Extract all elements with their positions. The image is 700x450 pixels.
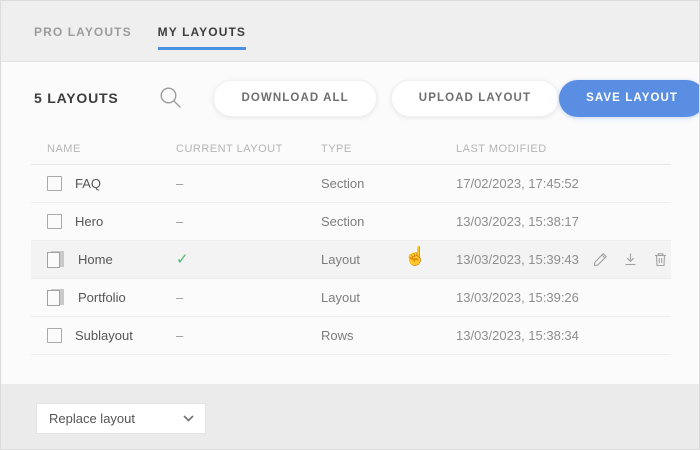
row-pages-icon[interactable] xyxy=(47,251,65,269)
current-layout-value: – xyxy=(176,176,183,191)
column-header-name: NAME xyxy=(47,143,176,155)
current-layout-check: ✓ xyxy=(176,251,189,268)
row-checkbox-icon[interactable] xyxy=(47,328,62,343)
row-type: Layout xyxy=(321,290,456,305)
select-value: Replace layout xyxy=(49,411,135,426)
row-last-modified: 13/03/2023, 15:39:43 xyxy=(456,252,586,267)
layouts-table: NAME CURRENT LAYOUT TYPE LAST MODIFIED F… xyxy=(31,134,671,355)
chevron-down-icon xyxy=(183,415,194,422)
row-name: Hero xyxy=(75,214,103,229)
search-icon[interactable] xyxy=(159,86,183,110)
layouts-manager-window: PRO LAYOUTS MY LAYOUTS 5 LAYOUTS DOWNLOA… xyxy=(0,0,700,450)
row-actions xyxy=(586,251,671,268)
row-name: Home xyxy=(78,252,113,267)
upload-layout-button[interactable]: UPLOAD LAYOUT xyxy=(391,80,559,117)
row-type: Section xyxy=(321,176,456,191)
row-type: Layout xyxy=(321,252,456,267)
replace-layout-select[interactable]: Replace layout xyxy=(36,403,206,434)
table-header-row: NAME CURRENT LAYOUT TYPE LAST MODIFIED xyxy=(31,134,671,165)
row-type: Section xyxy=(321,214,456,229)
column-header-last-modified: LAST MODIFIED xyxy=(456,143,586,155)
row-name: FAQ xyxy=(75,176,101,191)
save-layout-button[interactable]: SAVE LAYOUT xyxy=(559,80,700,117)
row-pages-icon[interactable] xyxy=(47,289,65,307)
row-last-modified: 13/03/2023, 15:39:26 xyxy=(456,290,586,305)
row-name: Portfolio xyxy=(78,290,126,305)
table-row-sublayout[interactable]: Sublayout – Rows 13/03/2023, 15:38:34 xyxy=(31,317,671,355)
tabbar: PRO LAYOUTS MY LAYOUTS xyxy=(1,1,699,62)
table-row-home[interactable]: Home ✓ Layout 13/03/2023, 15:39:43 xyxy=(31,241,671,279)
column-header-type: TYPE xyxy=(321,143,456,155)
table-row-portfolio[interactable]: Portfolio – Layout 13/03/2023, 15:39:26 xyxy=(31,279,671,317)
row-type: Rows xyxy=(321,328,456,343)
current-layout-value: – xyxy=(176,290,183,305)
toolbar: 5 LAYOUTS DOWNLOAD ALL UPLOAD LAYOUT SAV… xyxy=(34,62,666,134)
row-last-modified: 17/02/2023, 17:45:52 xyxy=(456,176,586,191)
download-all-button[interactable]: DOWNLOAD ALL xyxy=(213,80,376,117)
row-checkbox-icon[interactable] xyxy=(47,214,62,229)
row-name: Sublayout xyxy=(75,328,133,343)
column-header-current-layout: CURRENT LAYOUT xyxy=(176,143,321,155)
trash-icon[interactable] xyxy=(652,251,669,268)
tab-my-layouts[interactable]: MY LAYOUTS xyxy=(158,25,246,50)
edit-pencil-icon[interactable] xyxy=(592,251,609,268)
table-row-faq[interactable]: FAQ – Section 17/02/2023, 17:45:52 xyxy=(31,165,671,203)
current-layout-value: – xyxy=(176,214,183,229)
tab-pro-layouts[interactable]: PRO LAYOUTS xyxy=(34,25,132,50)
row-checkbox-icon[interactable] xyxy=(47,176,62,191)
layouts-count-label: 5 LAYOUTS xyxy=(34,90,118,106)
footer-bar: Replace layout xyxy=(1,384,699,449)
current-layout-value: – xyxy=(176,328,183,343)
table-row-hero[interactable]: Hero – Section 13/03/2023, 15:38:17 xyxy=(31,203,671,241)
row-last-modified: 13/03/2023, 15:38:34 xyxy=(456,328,586,343)
download-icon[interactable] xyxy=(622,251,639,268)
row-last-modified: 13/03/2023, 15:38:17 xyxy=(456,214,586,229)
